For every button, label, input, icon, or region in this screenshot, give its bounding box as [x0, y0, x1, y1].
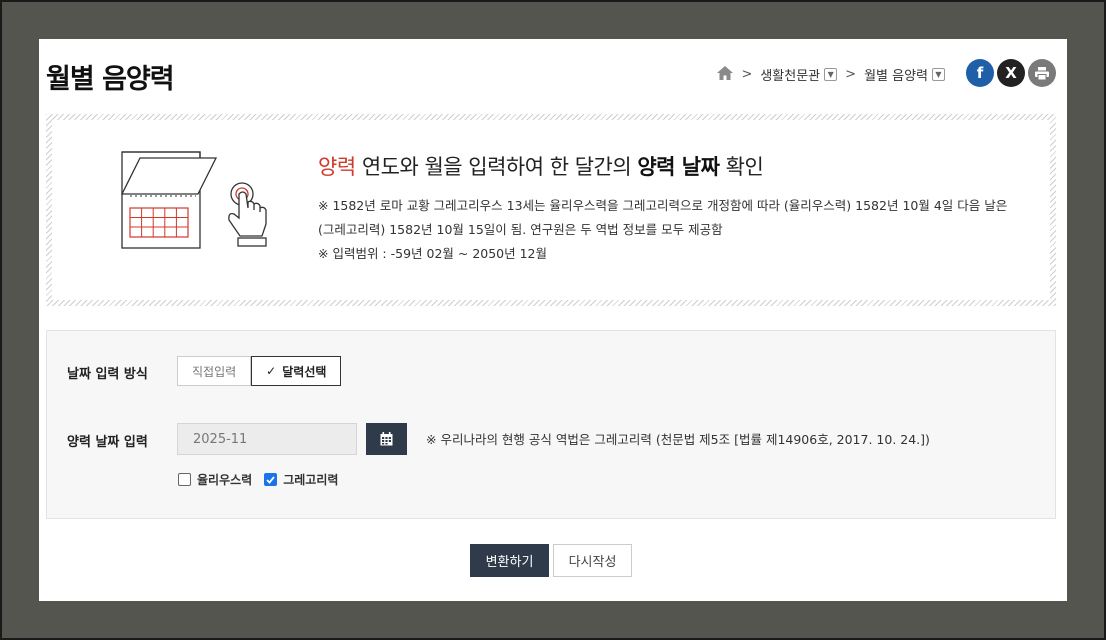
x-icon: X [1005, 64, 1017, 82]
chevron-down-icon[interactable]: ▼ [824, 68, 838, 81]
breadcrumb-item-current[interactable]: 월별 음양력 ▼ [864, 65, 945, 84]
input-method-toggle: 직접입력 ✓ 달력선택 [177, 356, 342, 386]
direct-input-button[interactable]: 직접입력 [177, 356, 252, 386]
facebook-share-button[interactable]: f [966, 59, 994, 87]
julian-label: 율리우스력 [197, 473, 253, 487]
chevron-right-icon: > [741, 67, 753, 82]
share-buttons: f X [966, 59, 1056, 87]
page-title: 월별 음양력 [46, 64, 175, 95]
banner-heading-bold: 양력 날짜 [637, 155, 720, 179]
calendar-type-options: 율리우스력 그레고리력 [178, 471, 338, 488]
chevron-right-icon: > [845, 67, 857, 82]
calendar-select-label: 달력선택 [282, 364, 327, 379]
calendar-icon [380, 432, 393, 446]
gregorian-checkbox[interactable] [264, 473, 278, 486]
official-calendar-hint: ※ 우리나라의 현행 공식 역법은 그레고리력 (천문법 제5조 [법률 제14… [426, 432, 930, 447]
info-banner: 양력 연도와 월을 입력하여 한 달간의 양력 날짜 확인 ※ 1582년 로마… [46, 114, 1056, 306]
convert-button[interactable]: 변환하기 [470, 544, 549, 577]
breadcrumb-label: 생활천문관 [760, 69, 821, 84]
facebook-icon: f [976, 64, 984, 82]
print-button[interactable] [1028, 59, 1056, 87]
info-banner-content: 양력 연도와 월을 입력하여 한 달간의 양력 날짜 확인 ※ 1582년 로마… [52, 120, 1050, 300]
gregorian-option[interactable]: 그레고리력 [264, 471, 338, 488]
banner-notes: ※ 1582년 로마 교황 그레고리우스 13세는 율리우스력을 그레고리력으로… [318, 194, 1018, 266]
calendar-select-button[interactable]: ✓ 달력선택 [251, 356, 342, 386]
form-actions: 변환하기 다시작성 [470, 544, 632, 577]
banner-heading-end: 확인 [719, 155, 764, 179]
x-share-button[interactable]: X [997, 59, 1025, 87]
input-method-label: 날짜 입력 방식 [67, 367, 148, 382]
gregorian-label: 그레고리력 [283, 473, 339, 487]
reset-button[interactable]: 다시작성 [553, 544, 632, 577]
date-input-label: 양력 날짜 입력 [67, 435, 148, 450]
breadcrumb-item-category[interactable]: 생활천문관 ▼ [760, 65, 838, 84]
julian-checkbox[interactable] [178, 473, 191, 486]
page-container: 월별 음양력 > 생활천문관 ▼ > 월별 음양력 ▼ f X 양력 연도와 월… [39, 39, 1067, 601]
banner-heading: 양력 연도와 월을 입력하여 한 달간의 양력 날짜 확인 [318, 151, 764, 181]
checkmark-icon [266, 475, 275, 484]
banner-note: ※ 1582년 로마 교황 그레고리우스 13세는 율리우스력을 그레고리력으로… [318, 198, 1008, 237]
breadcrumb: > 생활천문관 ▼ > 월별 음양력 ▼ [717, 65, 945, 84]
banner-heading-mid: 연도와 월을 입력하여 한 달간의 [355, 155, 638, 179]
check-icon: ✓ [266, 364, 277, 378]
calendar-picker-button[interactable] [366, 423, 407, 455]
breadcrumb-label: 월별 음양력 [864, 69, 928, 84]
date-form: 날짜 입력 방식 직접입력 ✓ 달력선택 양력 날짜 입력 2025-11 ※ [46, 330, 1056, 519]
banner-heading-accent: 양력 [318, 155, 356, 179]
print-icon [1035, 66, 1049, 80]
chevron-down-icon[interactable]: ▼ [932, 68, 945, 81]
home-icon[interactable] [717, 65, 734, 84]
julian-option[interactable]: 율리우스력 [178, 471, 252, 488]
calendar-touch-illustration [120, 151, 267, 249]
banner-note: ※ 입력범위 : -59년 02월 ~ 2050년 12월 [318, 246, 548, 261]
solar-date-input[interactable]: 2025-11 [177, 423, 357, 455]
